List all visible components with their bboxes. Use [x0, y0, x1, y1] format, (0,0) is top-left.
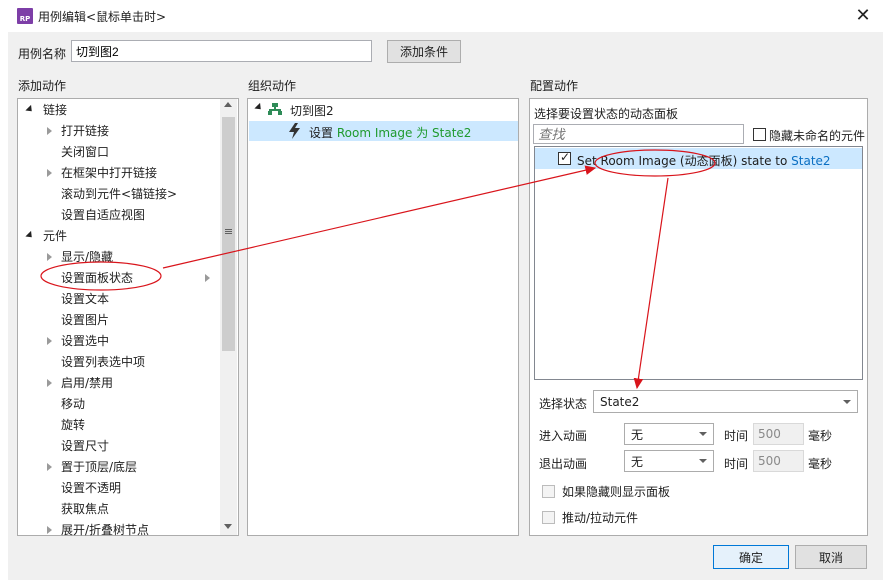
select-state-label: 选择状态 — [539, 397, 588, 411]
enter-time-label: 时间 — [724, 429, 749, 443]
case-item-label[interactable]: 切到图2 — [290, 102, 334, 119]
select-panel-label: 选择要设置状态的动态面板 — [534, 107, 679, 121]
tree-item[interactable]: 设置自适应视图 — [61, 205, 145, 226]
enter-time-input[interactable]: 500 — [753, 423, 804, 445]
enter-anim-select[interactable]: 无 — [624, 423, 714, 445]
tree-item[interactable]: 置于顶层/底层 — [61, 457, 137, 478]
tree-item[interactable]: 移动 — [61, 394, 85, 415]
exit-anim-label: 退出动画 — [539, 457, 588, 471]
scroll-grip-line — [225, 233, 232, 234]
hide-unnamed-checkbox[interactable] — [753, 128, 766, 141]
tree-item[interactable]: 设置图片 — [61, 310, 109, 331]
configure-action-title: 配置动作 — [530, 79, 579, 93]
exit-time-label: 时间 — [724, 457, 749, 471]
expand-arrow-icon[interactable] — [47, 169, 52, 177]
case-tree-icon — [268, 103, 282, 115]
expand-arrow-icon[interactable] — [47, 526, 52, 534]
push-pull-checkbox[interactable] — [542, 511, 555, 524]
add-condition-button[interactable]: 添加条件 — [387, 40, 461, 63]
close-icon[interactable]: ✕ — [840, 0, 886, 30]
tree-item[interactable]: 滚动到元件<锚链接> — [61, 184, 177, 205]
organize-action-title: 组织动作 — [248, 79, 297, 93]
exit-anim-value: 无 — [631, 454, 644, 469]
tree-item[interactable]: 设置尺寸 — [61, 436, 109, 457]
tree-item[interactable]: 设置列表选中项 — [61, 352, 145, 373]
app-logo-icon: RP — [17, 8, 33, 24]
background-window-edge — [0, 32, 8, 583]
action-prefix: 设置 — [309, 126, 334, 140]
expand-arrow-icon[interactable] — [47, 337, 52, 345]
scroll-up-icon[interactable] — [224, 102, 232, 107]
tree-item[interactable]: 显示/隐藏 — [61, 247, 113, 268]
expand-arrow-icon[interactable] — [205, 274, 210, 282]
panel-item-text: Set Room Image (动态面板) state to State2 — [577, 152, 831, 169]
scroll-grip-line — [225, 231, 232, 232]
ok-button[interactable]: 确定 — [713, 545, 789, 569]
push-pull-label: 推动/拉动元件 — [562, 511, 639, 525]
tree-item[interactable]: 设置不透明 — [61, 478, 121, 499]
exit-time-input[interactable]: 500 — [753, 450, 804, 472]
tree-item[interactable]: 打开链接 — [61, 121, 109, 142]
dynamic-panel-list[interactable] — [534, 146, 863, 380]
action-target: Room Image 为 State2 — [336, 126, 472, 140]
expand-arrow-icon[interactable] — [47, 253, 52, 261]
case-name-input[interactable] — [71, 40, 372, 62]
tree-item[interactable]: 设置面板状态 — [61, 268, 133, 289]
enter-ms-label: 毫秒 — [808, 429, 833, 443]
tree-item[interactable]: 旋转 — [61, 415, 85, 436]
tree-item[interactable]: 元件 — [43, 226, 67, 247]
enter-anim-value: 无 — [631, 427, 644, 442]
state-select[interactable]: State2 — [593, 390, 858, 413]
tree-item[interactable]: 设置选中 — [61, 331, 109, 352]
expand-arrow-icon[interactable] — [47, 463, 52, 471]
panel-item-state: State2 — [791, 154, 831, 168]
tree-scroll-thumb[interactable] — [222, 117, 235, 351]
state-select-value: State2 — [600, 394, 640, 409]
tree-item[interactable]: 获取焦点 — [61, 499, 109, 520]
exit-anim-select[interactable]: 无 — [624, 450, 714, 472]
chevron-down-icon — [699, 432, 707, 436]
organize-action-panel[interactable] — [247, 98, 519, 536]
panel-search-input[interactable] — [533, 124, 744, 144]
tree-item[interactable]: 展开/折叠树节点 — [61, 520, 149, 541]
panel-item-checkbox[interactable] — [558, 150, 571, 165]
enter-anim-label: 进入动画 — [539, 429, 588, 443]
scroll-grip-line — [225, 229, 232, 230]
tree-item[interactable]: 在框架中打开链接 — [61, 163, 157, 184]
hide-unnamed-label: 隐藏未命名的元件 — [769, 129, 866, 143]
lightning-icon — [289, 123, 300, 139]
window-title: 用例编辑<鼠标单击时> — [38, 10, 167, 24]
case-name-label: 用例名称 — [18, 47, 67, 61]
chevron-down-icon — [843, 399, 851, 404]
cancel-button[interactable]: 取消 — [795, 545, 867, 569]
show-if-hidden-checkbox[interactable] — [542, 485, 555, 498]
scroll-down-icon[interactable] — [224, 524, 232, 529]
tree-item[interactable]: 设置文本 — [61, 289, 109, 310]
expand-arrow-icon[interactable] — [47, 379, 52, 387]
exit-ms-label: 毫秒 — [808, 457, 833, 471]
panel-item-prefix: Set Room Image (动态面板) state to — [577, 154, 788, 168]
title-bar: RP 用例编辑<鼠标单击时> ✕ — [0, 0, 886, 32]
tree-item[interactable]: 启用/禁用 — [61, 373, 113, 394]
expand-arrow-icon[interactable] — [47, 127, 52, 135]
show-if-hidden-label: 如果隐藏则显示面板 — [562, 485, 671, 499]
add-action-title: 添加动作 — [18, 79, 67, 93]
chevron-down-icon — [699, 459, 707, 463]
action-item[interactable]: 设置 Room Image 为 State2 — [309, 124, 471, 141]
tree-item[interactable]: 关闭窗口 — [61, 142, 109, 163]
tree-item[interactable]: 链接 — [43, 100, 67, 121]
